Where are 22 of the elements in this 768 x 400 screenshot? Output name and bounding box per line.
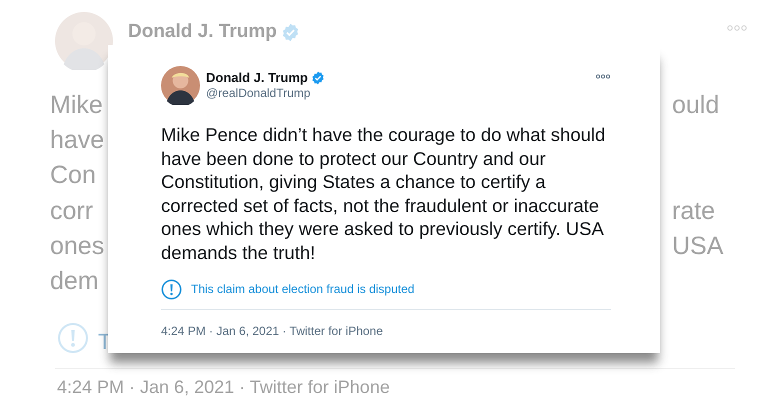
dispute-notice-link[interactable]: This claim about election fraud is disputed: [191, 280, 414, 298]
user-name: Donald J. Trump: [128, 20, 277, 44]
more-icon[interactable]: [596, 74, 610, 79]
user-handle[interactable]: @realDonaldTrump: [206, 86, 325, 100]
tweet-text-fragment: corr: [50, 196, 94, 226]
user-name[interactable]: Donald J. Trump: [206, 70, 308, 86]
tweet-text-fragment: dem: [50, 266, 99, 296]
more-icon: [727, 25, 747, 31]
tweet-text-fragment: USA: [672, 231, 724, 261]
avatar: [161, 66, 200, 105]
tweet-text-fragment: have: [50, 125, 104, 155]
tweet-timestamp[interactable]: 4:24 PM · Jan 6, 2021 · Twitter for iPhone: [161, 322, 610, 340]
avatar: [55, 12, 113, 70]
info-icon: [161, 278, 182, 300]
tweet-text-fragment: ones: [50, 231, 104, 261]
tweet-text: Mike Pence didn’t have the courage to do what should have been done to protect our Country and our Constitution, giving States a chance to certify a corrected set of facts, not the fraudulent or inaccurate ones which they were asked to previously certify. USA demands the truth!: [161, 123, 606, 265]
tweet-text-fragment: Mike: [50, 90, 103, 120]
tweet-text-fragment: Con: [50, 160, 96, 190]
tweet-timestamp: 4:24 PM · Jan 6, 2021 · Twitter for iPhone: [57, 376, 390, 398]
tweet-text-fragment: rate: [672, 196, 716, 226]
info-icon: [57, 322, 89, 354]
tweet-text-fragment: ould: [672, 90, 720, 120]
